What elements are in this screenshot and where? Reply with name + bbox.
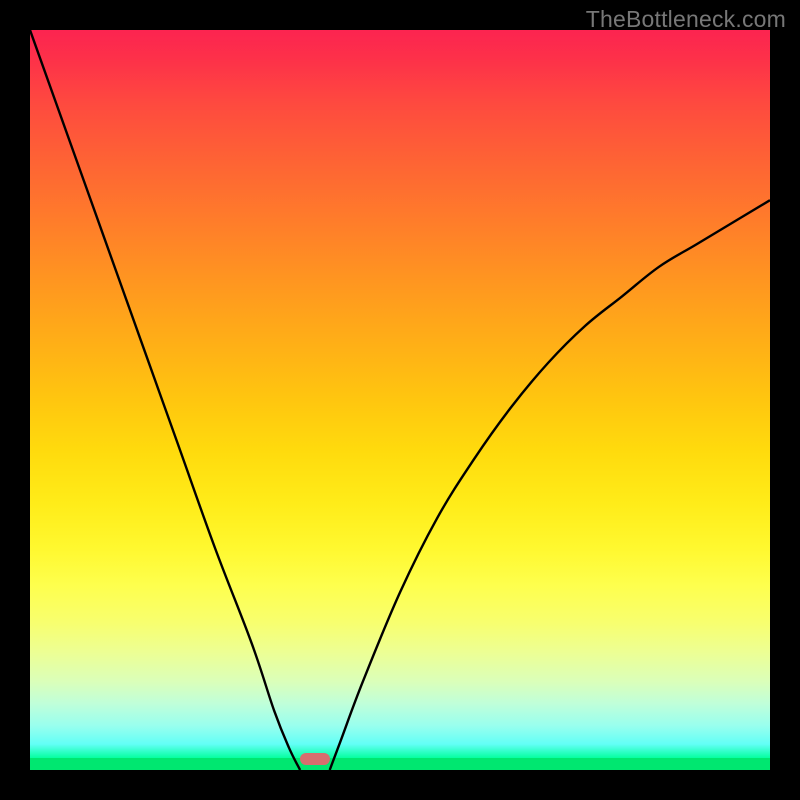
plot-area bbox=[30, 30, 770, 770]
curve-right-branch bbox=[330, 200, 770, 770]
watermark-text: TheBottleneck.com bbox=[586, 6, 786, 33]
curve-left-branch bbox=[30, 30, 300, 770]
baseline-band bbox=[30, 758, 770, 770]
valley-marker bbox=[300, 753, 330, 765]
chart-frame: TheBottleneck.com bbox=[0, 0, 800, 800]
bottleneck-curve bbox=[30, 30, 770, 770]
